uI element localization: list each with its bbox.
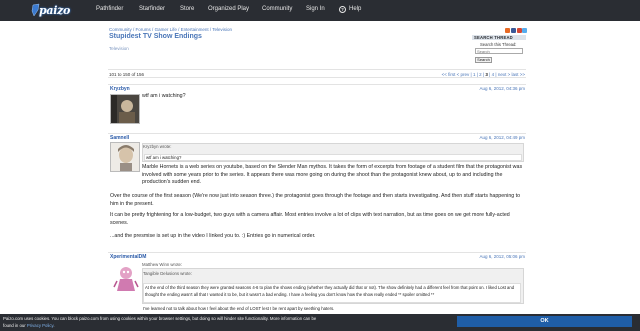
- nested-quote-text: At the end of the third season they were…: [143, 283, 521, 303]
- help-icon[interactable]: ?: [339, 6, 346, 13]
- pager-separator: |: [495, 71, 497, 77]
- nav-community[interactable]: Community: [262, 6, 292, 12]
- prev-link[interactable]: < prev: [457, 72, 470, 77]
- nav-pathfinder[interactable]: Pathfinder: [96, 6, 123, 12]
- post-header: Kryzbyn Aug 6, 2012, 04:36 pm: [108, 84, 526, 92]
- next-link[interactable]: next >: [498, 72, 510, 77]
- nav-organized-play[interactable]: Organized Play: [208, 6, 249, 12]
- pager-separator: |: [482, 71, 485, 77]
- quote-attribution: Matthew Winn wrote:: [142, 262, 183, 267]
- search-button[interactable]: Search: [475, 57, 492, 63]
- cookie-banner: Paizo.com uses cookies. You can block pa…: [0, 314, 640, 331]
- search-heading: SEARCH THREAD: [472, 35, 526, 40]
- post-paragraph: It can be pretty frightening for a low-b…: [110, 212, 510, 226]
- cookie-ok-button[interactable]: OK: [457, 316, 632, 327]
- facebook-icon[interactable]: [511, 28, 516, 33]
- post-count: 101 to 150 of 156: [109, 71, 145, 77]
- breadcrumb: Community / Forums / Gamer Life / Entert…: [109, 27, 233, 32]
- page-1-link[interactable]: 1: [473, 72, 476, 77]
- paizo-logo[interactable]: paizo: [31, 3, 79, 18]
- search-input[interactable]: [475, 48, 523, 54]
- post-body: wtf am i watching?: [142, 93, 186, 99]
- post-author[interactable]: Kryzbyn: [110, 86, 130, 92]
- quote-text: wtf am i watching?: [144, 154, 522, 161]
- page-2-link[interactable]: 2: [479, 72, 482, 77]
- top-nav: paizo Pathfinder Starfinder Store Organi…: [0, 0, 640, 21]
- privacy-policy-link[interactable]: Privacy Policy: [27, 323, 53, 328]
- breadcrumb-gamer-life[interactable]: Gamer Life: [155, 27, 177, 32]
- search-thread-box: SEARCH THREAD Search this Thread: Search: [472, 35, 526, 65]
- nav-store[interactable]: Store: [180, 6, 194, 12]
- post-author[interactable]: XperimentalDM: [110, 254, 146, 260]
- quote-attribution: Kryzbyn wrote:: [143, 144, 172, 149]
- post-date[interactable]: Aug 6, 2012, 04:36 pm: [479, 86, 525, 91]
- post-date[interactable]: Aug 6, 2012, 05:06 pm: [479, 254, 525, 259]
- post-paragraph: ...and the presmise is set up in the vid…: [110, 233, 316, 239]
- breadcrumb-entertainment[interactable]: Entertainment: [181, 27, 209, 32]
- page-3-current: 3: [485, 71, 488, 77]
- last-link[interactable]: last >>: [511, 72, 525, 77]
- pagination-links: << first < prev | 1 | 2 | 3 | 4 | next >…: [442, 72, 525, 77]
- cookie-message: Paizo.com uses cookies. You can block pa…: [3, 316, 317, 328]
- subcategory-link[interactable]: Television: [109, 46, 129, 51]
- post-date[interactable]: Aug 6, 2012, 04:49 pm: [479, 135, 525, 140]
- rss-icon[interactable]: [505, 28, 510, 33]
- pager-separator: |: [489, 71, 491, 77]
- nav-sign-in[interactable]: Sign In: [306, 6, 325, 12]
- post-paragraph: Marble Hornets is a web series on youtub…: [142, 164, 523, 186]
- breadcrumb-television[interactable]: Television: [212, 27, 232, 32]
- post-header: Samnell Aug 6, 2012, 04:49 pm: [108, 133, 526, 141]
- pagination-bar: 101 to 150 of 156 << first < prev | 1 | …: [108, 69, 526, 78]
- pager-separator: |: [470, 71, 472, 77]
- pager-separator: |: [476, 71, 478, 77]
- page-4-link[interactable]: 4: [492, 72, 495, 77]
- twitter-icon[interactable]: [522, 28, 527, 33]
- search-label: Search this Thread:: [480, 42, 517, 47]
- nav-starfinder[interactable]: Starfinder: [139, 6, 165, 12]
- breadcrumb-forums[interactable]: Forums: [136, 27, 151, 32]
- avatar-image: [111, 263, 139, 291]
- thread-title: Stupidest TV Show Endings: [109, 33, 202, 40]
- quote-trailing-text: I've learned not to talk about how I fee…: [143, 306, 335, 311]
- nested-quote-attribution: Tangible Delusions wrote:: [143, 271, 192, 276]
- avatar[interactable]: [110, 94, 140, 124]
- first-link[interactable]: << first: [442, 72, 456, 77]
- nav-help[interactable]: Help: [349, 6, 361, 12]
- avatar-image: [111, 95, 139, 123]
- avatar-image: [111, 143, 139, 171]
- breadcrumb-community[interactable]: Community: [109, 27, 132, 32]
- post-header: XperimentalDM Aug 6, 2012, 05:06 pm: [108, 252, 526, 260]
- post-author[interactable]: Samnell: [110, 135, 129, 141]
- logo-text: paizo: [39, 4, 71, 17]
- avatar[interactable]: [110, 142, 140, 172]
- post-paragraph: Over the course of the first season (We'…: [110, 193, 521, 207]
- avatar[interactable]: [110, 262, 140, 292]
